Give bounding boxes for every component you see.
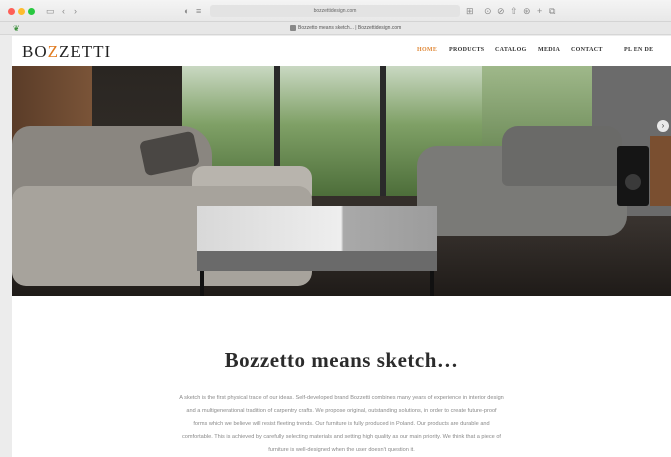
- translate-icon[interactable]: ⊞: [466, 5, 474, 17]
- coffee-table-top: [197, 206, 437, 251]
- tab-bar: Bozzetto means sketch... | Bozzettidesig…: [0, 22, 671, 35]
- logo-accent: Z: [47, 42, 60, 61]
- close-window-button[interactable]: [8, 8, 15, 15]
- intro-line-2: and a multigenerational tradition of car…: [186, 408, 497, 414]
- tabs-overview-icon[interactable]: ⧉: [549, 5, 555, 17]
- language-switcher[interactable]: PL EN DE: [624, 47, 653, 53]
- intro-line-1: A sketch is the first physical trace of …: [179, 395, 504, 401]
- logo[interactable]: BOZZETTI: [22, 42, 111, 62]
- intro-line-3: forms which we believe will resist fleet…: [193, 421, 490, 427]
- share-icon[interactable]: ⇧: [510, 5, 518, 17]
- nav-home[interactable]: HOME: [417, 47, 437, 53]
- coffee-table-leg-right: [430, 271, 434, 296]
- tab-title[interactable]: Bozzetto means sketch... | Bozzettidesig…: [298, 24, 401, 33]
- maximize-window-button[interactable]: [28, 8, 35, 15]
- address-bar[interactable]: bozzettidesign.com: [210, 5, 460, 17]
- download-icon[interactable]: ⊘: [497, 5, 505, 17]
- hero-window-frame-2: [380, 66, 386, 196]
- logo-suffix: ZETTI: [59, 42, 112, 61]
- coffee-table-side: [197, 251, 437, 271]
- nav-media[interactable]: MEDIA: [538, 47, 560, 53]
- coffee-table-leg-left: [200, 271, 204, 296]
- url-text: bozzettidesign.com: [313, 8, 357, 14]
- page-headline: Bozzetto means sketch…: [224, 348, 459, 372]
- intro-line-5: furniture is well-designed when the user…: [268, 447, 415, 453]
- intro-section: Bozzetto means sketch… A sketch is the f…: [12, 296, 671, 457]
- forward-button[interactable]: ›: [74, 5, 77, 17]
- armchair-back: [502, 126, 622, 186]
- browser-toolbar: ▭ ‹ › ◐ ≡ bozzettidesign.com ⊞ ⊙ ⊘ ⇧ ⊛ +…: [0, 0, 671, 22]
- nav-products[interactable]: PRODUCTS: [449, 47, 484, 53]
- tab-favicon-icon: [290, 25, 296, 31]
- back-button[interactable]: ‹: [62, 5, 65, 17]
- history-icon[interactable]: ⊛: [523, 5, 531, 17]
- nav-catalog[interactable]: CATALOG: [495, 47, 527, 53]
- nav-contact[interactable]: CONTACT: [571, 47, 603, 53]
- new-tab-icon[interactable]: +: [537, 5, 542, 17]
- speaker-cone: [625, 174, 641, 190]
- minimize-window-button[interactable]: [18, 8, 25, 15]
- site-header: BOZZETTI HOME PRODUCTS CATALOG MEDIA CON…: [12, 36, 671, 66]
- reader-icon[interactable]: ≡: [196, 5, 201, 17]
- leaf-icon: ❦: [13, 24, 20, 33]
- next-slide-arrow-icon[interactable]: ›: [657, 120, 669, 132]
- hero-image: ›: [12, 66, 671, 296]
- logo-prefix: BO: [22, 42, 48, 61]
- intro-line-4: comfortable. This is achieved by careful…: [181, 434, 501, 440]
- sidebar-icon[interactable]: ▭: [46, 5, 55, 17]
- shield-icon[interactable]: ◐: [184, 5, 189, 17]
- shelf: [650, 136, 671, 206]
- extension-icon[interactable]: ⊙: [484, 5, 492, 17]
- intro-paragraph: A sketch is the first physical trace of …: [130, 392, 553, 457]
